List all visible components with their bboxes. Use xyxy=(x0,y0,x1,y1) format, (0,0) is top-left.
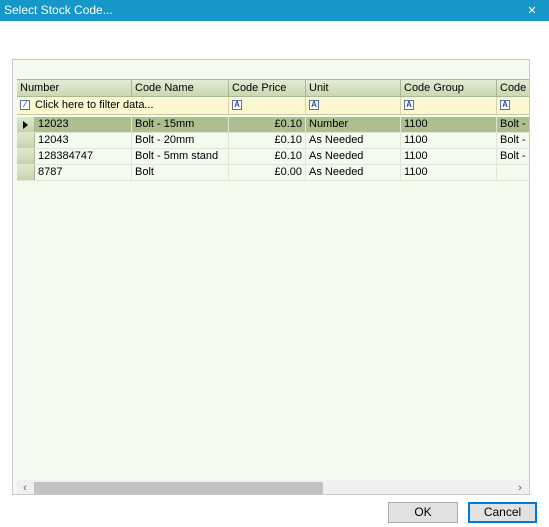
cell-code-price[interactable]: £0.10 xyxy=(229,117,306,132)
column-header-number[interactable]: Number xyxy=(17,80,132,96)
column-header-code-name[interactable]: Code Name xyxy=(132,80,229,96)
filter-cell-unit[interactable]: A xyxy=(306,97,401,114)
close-icon[interactable]: ✕ xyxy=(515,0,549,21)
filter-cell-code-group[interactable]: A xyxy=(401,97,497,114)
filter-cell-code-price[interactable]: A xyxy=(229,97,306,114)
column-header-code-desc[interactable]: Code I xyxy=(497,80,529,96)
cell-code-desc[interactable]: Bolt - 2 xyxy=(497,133,529,148)
filter-operator-icon[interactable]: A xyxy=(309,100,319,110)
row-selector[interactable] xyxy=(17,149,35,164)
cell-number[interactable]: 128384747 xyxy=(35,149,132,164)
filter-cell-number[interactable]: ⁄ Click here to filter data... xyxy=(17,97,229,114)
filter-placeholder: Click here to filter data... xyxy=(35,99,154,111)
cell-unit[interactable]: As Needed xyxy=(306,165,401,180)
table-row[interactable]: 12023 Bolt - 15mm £0.10 Number 1100 Bolt… xyxy=(17,117,529,133)
grid-header: Number Code Name Code Price Unit Code Gr… xyxy=(17,79,529,97)
table-row[interactable]: 128384747 Bolt - 5mm stand £0.10 As Need… xyxy=(17,149,529,165)
cell-code-name[interactable]: Bolt xyxy=(132,165,229,180)
filter-operator-icon[interactable]: A xyxy=(404,100,414,110)
cell-unit[interactable]: Number xyxy=(306,117,401,132)
window-title: Select Stock Code... xyxy=(4,3,113,17)
cell-unit[interactable]: As Needed xyxy=(306,149,401,164)
scroll-left-icon[interactable]: ‹ xyxy=(17,480,33,494)
filter-row[interactable]: ⁄ Click here to filter data... A A A A xyxy=(17,97,529,115)
cell-code-price[interactable]: £0.00 xyxy=(229,165,306,180)
column-header-code-group[interactable]: Code Group xyxy=(401,80,497,96)
filter-cell-code-desc[interactable]: A xyxy=(497,97,529,114)
cell-number[interactable]: 8787 xyxy=(35,165,132,180)
column-header-unit[interactable]: Unit xyxy=(306,80,401,96)
cell-code-price[interactable]: £0.10 xyxy=(229,149,306,164)
cell-number[interactable]: 12023 xyxy=(35,117,132,132)
grid-content: Number Code Name Code Price Unit Code Gr… xyxy=(17,79,529,494)
cell-code-group[interactable]: 1100 xyxy=(401,133,497,148)
cell-code-name[interactable]: Bolt - 5mm stand xyxy=(132,149,229,164)
cell-unit[interactable]: As Needed xyxy=(306,133,401,148)
scroll-thumb[interactable] xyxy=(34,482,323,494)
cell-code-group[interactable]: 1100 xyxy=(401,149,497,164)
filter-operator-icon[interactable]: A xyxy=(232,100,242,110)
column-header-code-price[interactable]: Code Price xyxy=(229,80,306,96)
scroll-right-icon[interactable]: › xyxy=(512,480,528,494)
cell-code-price[interactable]: £0.10 xyxy=(229,133,306,148)
title-bar: Select Stock Code... ✕ xyxy=(0,0,549,21)
cell-code-name[interactable]: Bolt - 15mm xyxy=(132,117,229,132)
filter-operator-icon[interactable]: A xyxy=(500,100,510,110)
ok-button[interactable]: OK xyxy=(388,502,458,523)
cancel-button[interactable]: Cancel xyxy=(468,502,537,523)
row-selector[interactable] xyxy=(17,117,35,132)
row-selector[interactable] xyxy=(17,165,35,180)
table-row[interactable]: 8787 Bolt £0.00 As Needed 1100 xyxy=(17,165,529,181)
stock-code-grid[interactable]: Number Code Name Code Price Unit Code Gr… xyxy=(12,59,530,495)
filter-clear-icon[interactable]: ⁄ xyxy=(20,100,30,110)
cell-code-desc[interactable]: Bolt - xyxy=(497,149,529,164)
dialog-body: Number Code Name Code Price Unit Code Gr… xyxy=(0,21,549,527)
cell-code-desc[interactable] xyxy=(497,165,529,180)
cell-code-group[interactable]: 1100 xyxy=(401,165,497,180)
cell-code-name[interactable]: Bolt - 20mm xyxy=(132,133,229,148)
row-selector[interactable] xyxy=(17,133,35,148)
cell-code-desc[interactable]: Bolt - xyxy=(497,117,529,132)
table-row[interactable]: 12043 Bolt - 20mm £0.10 As Needed 1100 B… xyxy=(17,133,529,149)
horizontal-scrollbar[interactable]: ‹ › xyxy=(17,480,528,494)
cell-code-group[interactable]: 1100 xyxy=(401,117,497,132)
current-row-icon xyxy=(23,121,28,129)
cell-number[interactable]: 12043 xyxy=(35,133,132,148)
